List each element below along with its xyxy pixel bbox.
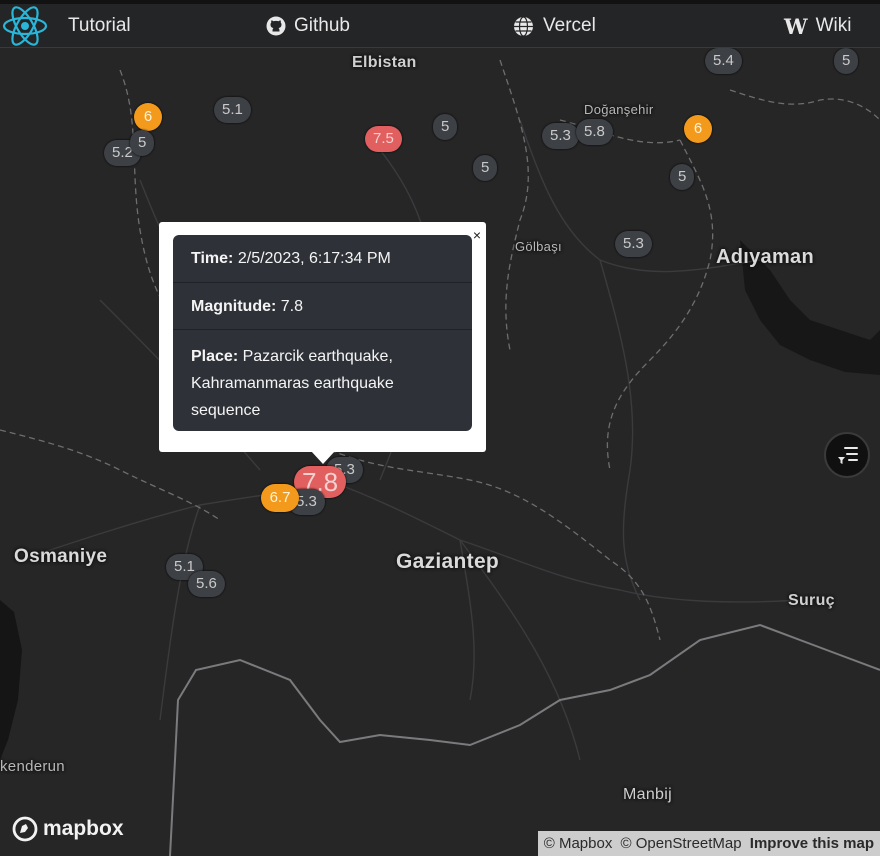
map-attribution: © Mapbox © OpenStreetMap Improve this ma… [537, 831, 880, 856]
nav-tutorial-label: Tutorial [68, 15, 131, 36]
place-label: Osmaniye [14, 546, 108, 567]
earthquake-marker[interactable]: 5.6 [188, 571, 225, 597]
popup-time-row: Time: 2/5/2023, 6:17:34 PM [173, 235, 472, 283]
place-label: Adıyaman [716, 246, 814, 268]
popup-magnitude-value: 7.8 [280, 298, 304, 315]
popup-time-value: 2/5/2023, 6:17:34 PM [237, 250, 391, 267]
nav-vercel-label: Vercel [543, 15, 596, 36]
mapbox-logo[interactable]: mapbox [12, 816, 124, 842]
earthquake-marker[interactable]: 5 [473, 155, 498, 181]
place-label: Suruç [788, 592, 835, 609]
earthquake-marker[interactable]: 5.8 [576, 119, 613, 145]
filter-list-icon [836, 445, 860, 465]
place-label: kenderun [0, 758, 65, 775]
attrib-mapbox-link[interactable]: © Mapbox [544, 835, 613, 852]
earthquake-popup: × Time: 2/5/2023, 6:17:34 PM Magnitude: … [159, 222, 486, 452]
earthquake-marker[interactable]: 5 [834, 48, 859, 74]
github-icon [266, 16, 286, 36]
place-label: Elbistan [352, 54, 417, 71]
earthquake-marker[interactable]: 5.3 [615, 231, 652, 257]
nav-github-link[interactable]: Github [266, 4, 350, 48]
earthquake-marker[interactable]: 6 [684, 115, 712, 143]
earthquake-marker[interactable]: 7.5 [365, 126, 402, 152]
attrib-osm-link[interactable]: © OpenStreetMap [621, 835, 742, 852]
place-label: Doğanşehir [584, 102, 654, 117]
earthquake-marker[interactable]: 6.7 [261, 484, 299, 512]
place-label: Gölbaşı [515, 239, 562, 254]
popup-close-button[interactable]: × [473, 228, 481, 242]
mapbox-logo-icon [12, 816, 38, 842]
earthquake-marker[interactable]: 5 [433, 114, 458, 140]
earthquake-marker[interactable]: 5.1 [214, 97, 251, 123]
nav-logo-tutorial[interactable]: Tutorial [0, 4, 131, 48]
nav-vercel-link[interactable]: Vercel [513, 4, 596, 48]
earthquake-marker[interactable]: 5.3 [542, 123, 579, 149]
wikipedia-icon: W [784, 13, 808, 39]
filter-control-button[interactable] [824, 432, 870, 478]
nav-wiki-link[interactable]: W Wiki [784, 4, 851, 48]
earthquake-marker[interactable]: 5 [130, 130, 155, 156]
nav-github-label: Github [294, 15, 350, 36]
react-logo-icon [0, 4, 50, 48]
popup-place-label: Place: [191, 348, 239, 365]
map-canvas[interactable]: Elbistan Doğanşehir Adıyaman Gölbaşı Osm… [0, 48, 880, 856]
nav-wiki-label: Wiki [815, 15, 852, 36]
globe-icon [513, 15, 534, 37]
place-label: Gaziantep [396, 550, 500, 573]
earthquake-marker[interactable]: 5.4 [705, 48, 742, 74]
navbar: Tutorial Github Vercel W Wiki [0, 0, 880, 48]
popup-time-label: Time: [191, 250, 234, 267]
popup-tip [311, 451, 335, 464]
popup-place-row: Place: Pazarcik earthquake, Kahramanmara… [173, 330, 472, 424]
popup-magnitude-row: Magnitude: 7.8 [173, 283, 472, 330]
map-background [0, 59, 880, 856]
improve-map-label: Improve this map [749, 835, 874, 852]
improve-map-link[interactable]: Improve this map [750, 835, 874, 852]
earthquake-marker[interactable]: 5 [670, 164, 695, 190]
popup-magnitude-label: Magnitude: [191, 298, 277, 315]
popup-card: Time: 2/5/2023, 6:17:34 PM Magnitude: 7.… [173, 235, 472, 431]
earthquake-marker[interactable]: 6 [134, 103, 162, 131]
place-label: Manbij [623, 786, 672, 803]
mapbox-logo-text: mapbox [43, 817, 124, 840]
